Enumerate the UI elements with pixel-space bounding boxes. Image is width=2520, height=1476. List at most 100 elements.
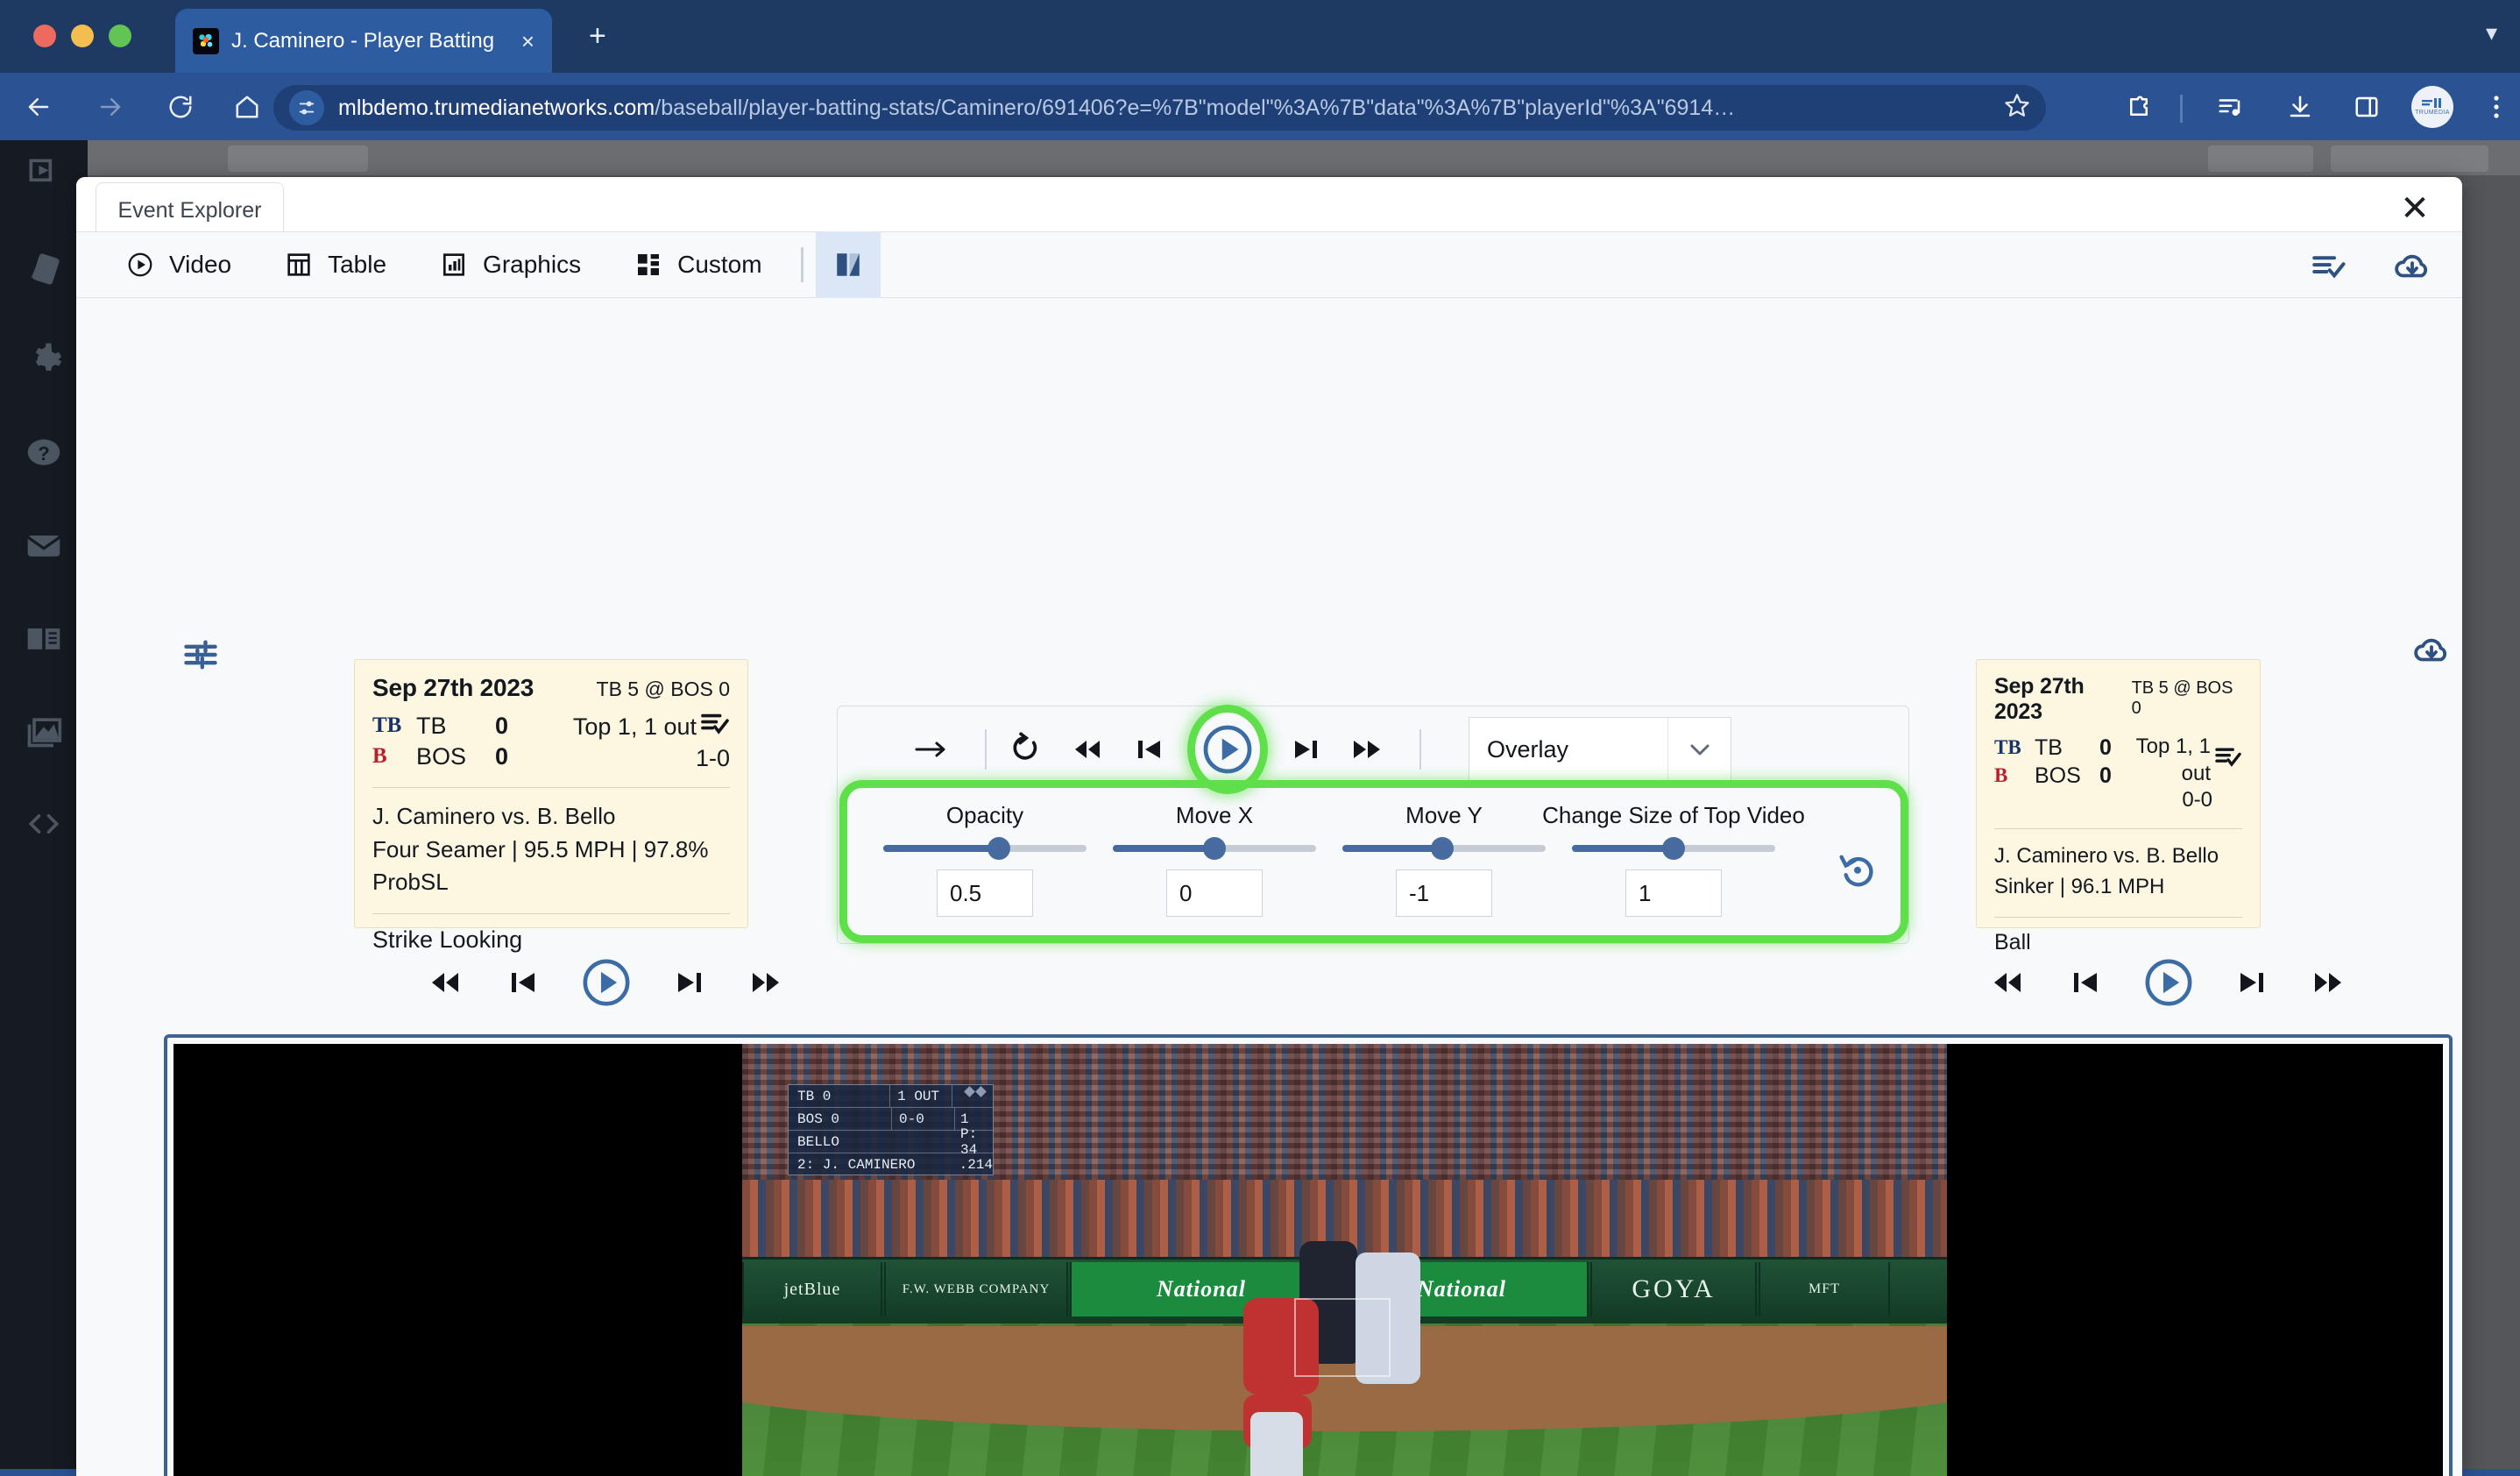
- site-settings-icon[interactable]: [289, 90, 324, 125]
- ad-mft: MFT: [1759, 1262, 1890, 1316]
- step-forward-icon[interactable]: [2233, 963, 2271, 1002]
- tab-table[interactable]: Table: [258, 231, 413, 298]
- slider-move-y: Move Y -1: [1329, 802, 1559, 917]
- sidebar-item-mail-icon[interactable]: [21, 522, 67, 568]
- list-check-icon[interactable]: [2214, 745, 2242, 776]
- video-frame[interactable]: jetBlue F.W. WEBB COMPANY National Natio…: [164, 1034, 2453, 1476]
- reset-rotate-icon[interactable]: [1836, 848, 1879, 891]
- sidebar-item-help-icon[interactable]: ?: [21, 429, 67, 475]
- slider-thumb[interactable]: [1203, 837, 1226, 860]
- chevron-down-icon[interactable]: [1667, 718, 1731, 781]
- svg-text:?: ?: [38, 443, 49, 465]
- extensions-icon[interactable]: [2117, 85, 2161, 129]
- video-content: jetBlue F.W. WEBB COMPANY National Natio…: [742, 1044, 1947, 1476]
- team-abbr: BOS: [416, 742, 481, 772]
- matchup-text: J. Caminero vs. B. Bello: [1994, 841, 2242, 872]
- rewind-icon[interactable]: [1064, 725, 1113, 774]
- overlay-mode-value: Overlay: [1469, 736, 1667, 763]
- pitch-detail-text: Four Seamer | 95.5 MPH | 97.8% ProbSL: [372, 834, 730, 899]
- team-runs: 0: [2099, 734, 2112, 762]
- list-check-icon[interactable]: [700, 711, 730, 743]
- slider-track[interactable]: [883, 845, 1087, 852]
- sidebar-item-docs-icon[interactable]: [21, 615, 67, 661]
- cloud-download-icon[interactable]: [2411, 629, 2452, 670]
- step-back-icon[interactable]: [1125, 725, 1174, 774]
- browser-tab[interactable]: J. Caminero - Player Batting ×: [175, 9, 552, 73]
- slider-track[interactable]: [1113, 845, 1316, 852]
- video-player[interactable]: jetBlue F.W. WEBB COMPANY National Natio…: [173, 1044, 2443, 1476]
- event-date: Sep 27th 2023: [372, 674, 534, 702]
- tab-list-chevron-down-icon[interactable]: ▾: [2486, 19, 2497, 46]
- slider-track[interactable]: [1572, 845, 1775, 852]
- tab-graphics[interactable]: Graphics: [413, 231, 607, 298]
- opacity-input[interactable]: 0.5: [937, 869, 1033, 917]
- play-button[interactable]: [581, 957, 632, 1008]
- profile-avatar[interactable]: TRUMEDIA: [2411, 86, 2453, 128]
- step-forward-icon[interactable]: [1281, 725, 1330, 774]
- sidebar-item-code-icon[interactable]: [21, 801, 67, 847]
- list-check-icon[interactable]: [2308, 245, 2348, 286]
- event-card-right[interactable]: Sep 27th 2023 TB 5 @ BOS 0 TB TB 0 B: [1976, 659, 2261, 928]
- cloud-download-icon[interactable]: [2392, 245, 2432, 286]
- fast-forward-icon[interactable]: [747, 963, 786, 1002]
- browser-menu-icon[interactable]: [2474, 85, 2518, 129]
- matchup-text: J. Caminero vs. B. Bello: [372, 800, 730, 834]
- reload-icon[interactable]: [158, 84, 203, 130]
- bookmark-star-icon[interactable]: [2004, 92, 2030, 124]
- address-bar[interactable]: mlbdemo.trumedianetworks.com/baseball/pl…: [273, 85, 2046, 131]
- change-size-input[interactable]: 1: [1625, 869, 1722, 917]
- step-back-icon[interactable]: [504, 963, 542, 1002]
- home-icon[interactable]: [224, 84, 270, 130]
- slider-thumb[interactable]: [987, 837, 1010, 860]
- tab-event-explorer[interactable]: Event Explorer: [96, 182, 284, 238]
- divider: [1994, 917, 2242, 918]
- sidebar-item-settings-icon[interactable]: [21, 337, 67, 382]
- replay-icon[interactable]: [1002, 725, 1051, 774]
- arrow-right-icon[interactable]: [908, 725, 957, 774]
- move-x-input[interactable]: 0: [1166, 869, 1263, 917]
- overlay-control-panel: Overlay Opacity 0.5: [837, 706, 1909, 944]
- close-tab-icon[interactable]: ×: [521, 30, 534, 53]
- slider-thumb[interactable]: [1662, 837, 1685, 860]
- slider-thumb[interactable]: [1431, 837, 1454, 860]
- play-circle-icon: [125, 250, 155, 280]
- play-button[interactable]: [2143, 957, 2194, 1008]
- rewind-icon[interactable]: [427, 963, 465, 1002]
- scoreboard-runners: 1: [955, 1111, 993, 1127]
- sidebar-item-gallery-icon[interactable]: [21, 708, 67, 754]
- tab-video[interactable]: Video: [99, 231, 258, 298]
- fast-forward-icon[interactable]: [1342, 725, 1391, 774]
- app-page: ? Event Explorer ✕: [0, 140, 2520, 1469]
- step-back-icon[interactable]: [2066, 963, 2105, 1002]
- tab-compare-videos[interactable]: [816, 231, 881, 298]
- sliders-icon[interactable]: [181, 635, 220, 674]
- downloads-icon[interactable]: [2278, 85, 2322, 129]
- media-playlist-icon[interactable]: [2208, 85, 2252, 129]
- back-icon[interactable]: [16, 84, 61, 130]
- overlay-mode-select[interactable]: Overlay: [1469, 717, 1731, 782]
- close-modal-icon[interactable]: ✕: [2396, 189, 2434, 228]
- tab-custom[interactable]: Custom: [607, 231, 788, 298]
- fast-forward-icon[interactable]: [2310, 963, 2348, 1002]
- rewind-icon[interactable]: [1989, 963, 2028, 1002]
- side-panel-icon[interactable]: [2345, 85, 2389, 129]
- step-forward-icon[interactable]: [670, 963, 709, 1002]
- sidebar-item-cards-icon[interactable]: [21, 244, 67, 289]
- minimize-window-button[interactable]: [71, 25, 94, 47]
- forward-icon[interactable]: [88, 84, 133, 130]
- toolbar-divider: [2180, 95, 2183, 123]
- count-text: 0-0: [2112, 787, 2242, 814]
- scoreboard-pitch-count: P: 34: [955, 1126, 993, 1158]
- maximize-window-button[interactable]: [109, 25, 131, 47]
- overlay-play-button[interactable]: [1186, 708, 1269, 791]
- event-card-left[interactable]: Sep 27th 2023 TB 5 @ BOS 0 TB TB 0 B: [354, 659, 748, 928]
- count-text: 1-0: [573, 743, 730, 774]
- new-tab-button[interactable]: +: [589, 21, 606, 51]
- table-row: TB TB 0: [1994, 734, 2112, 762]
- sidebar-item-video-icon[interactable]: [21, 151, 67, 196]
- slider-track[interactable]: [1342, 845, 1546, 852]
- scoreboard-avg: .214: [954, 1157, 993, 1173]
- close-window-button[interactable]: [33, 25, 56, 47]
- move-y-input[interactable]: -1: [1396, 869, 1492, 917]
- profile-label: TRUMEDIA: [2415, 110, 2450, 116]
